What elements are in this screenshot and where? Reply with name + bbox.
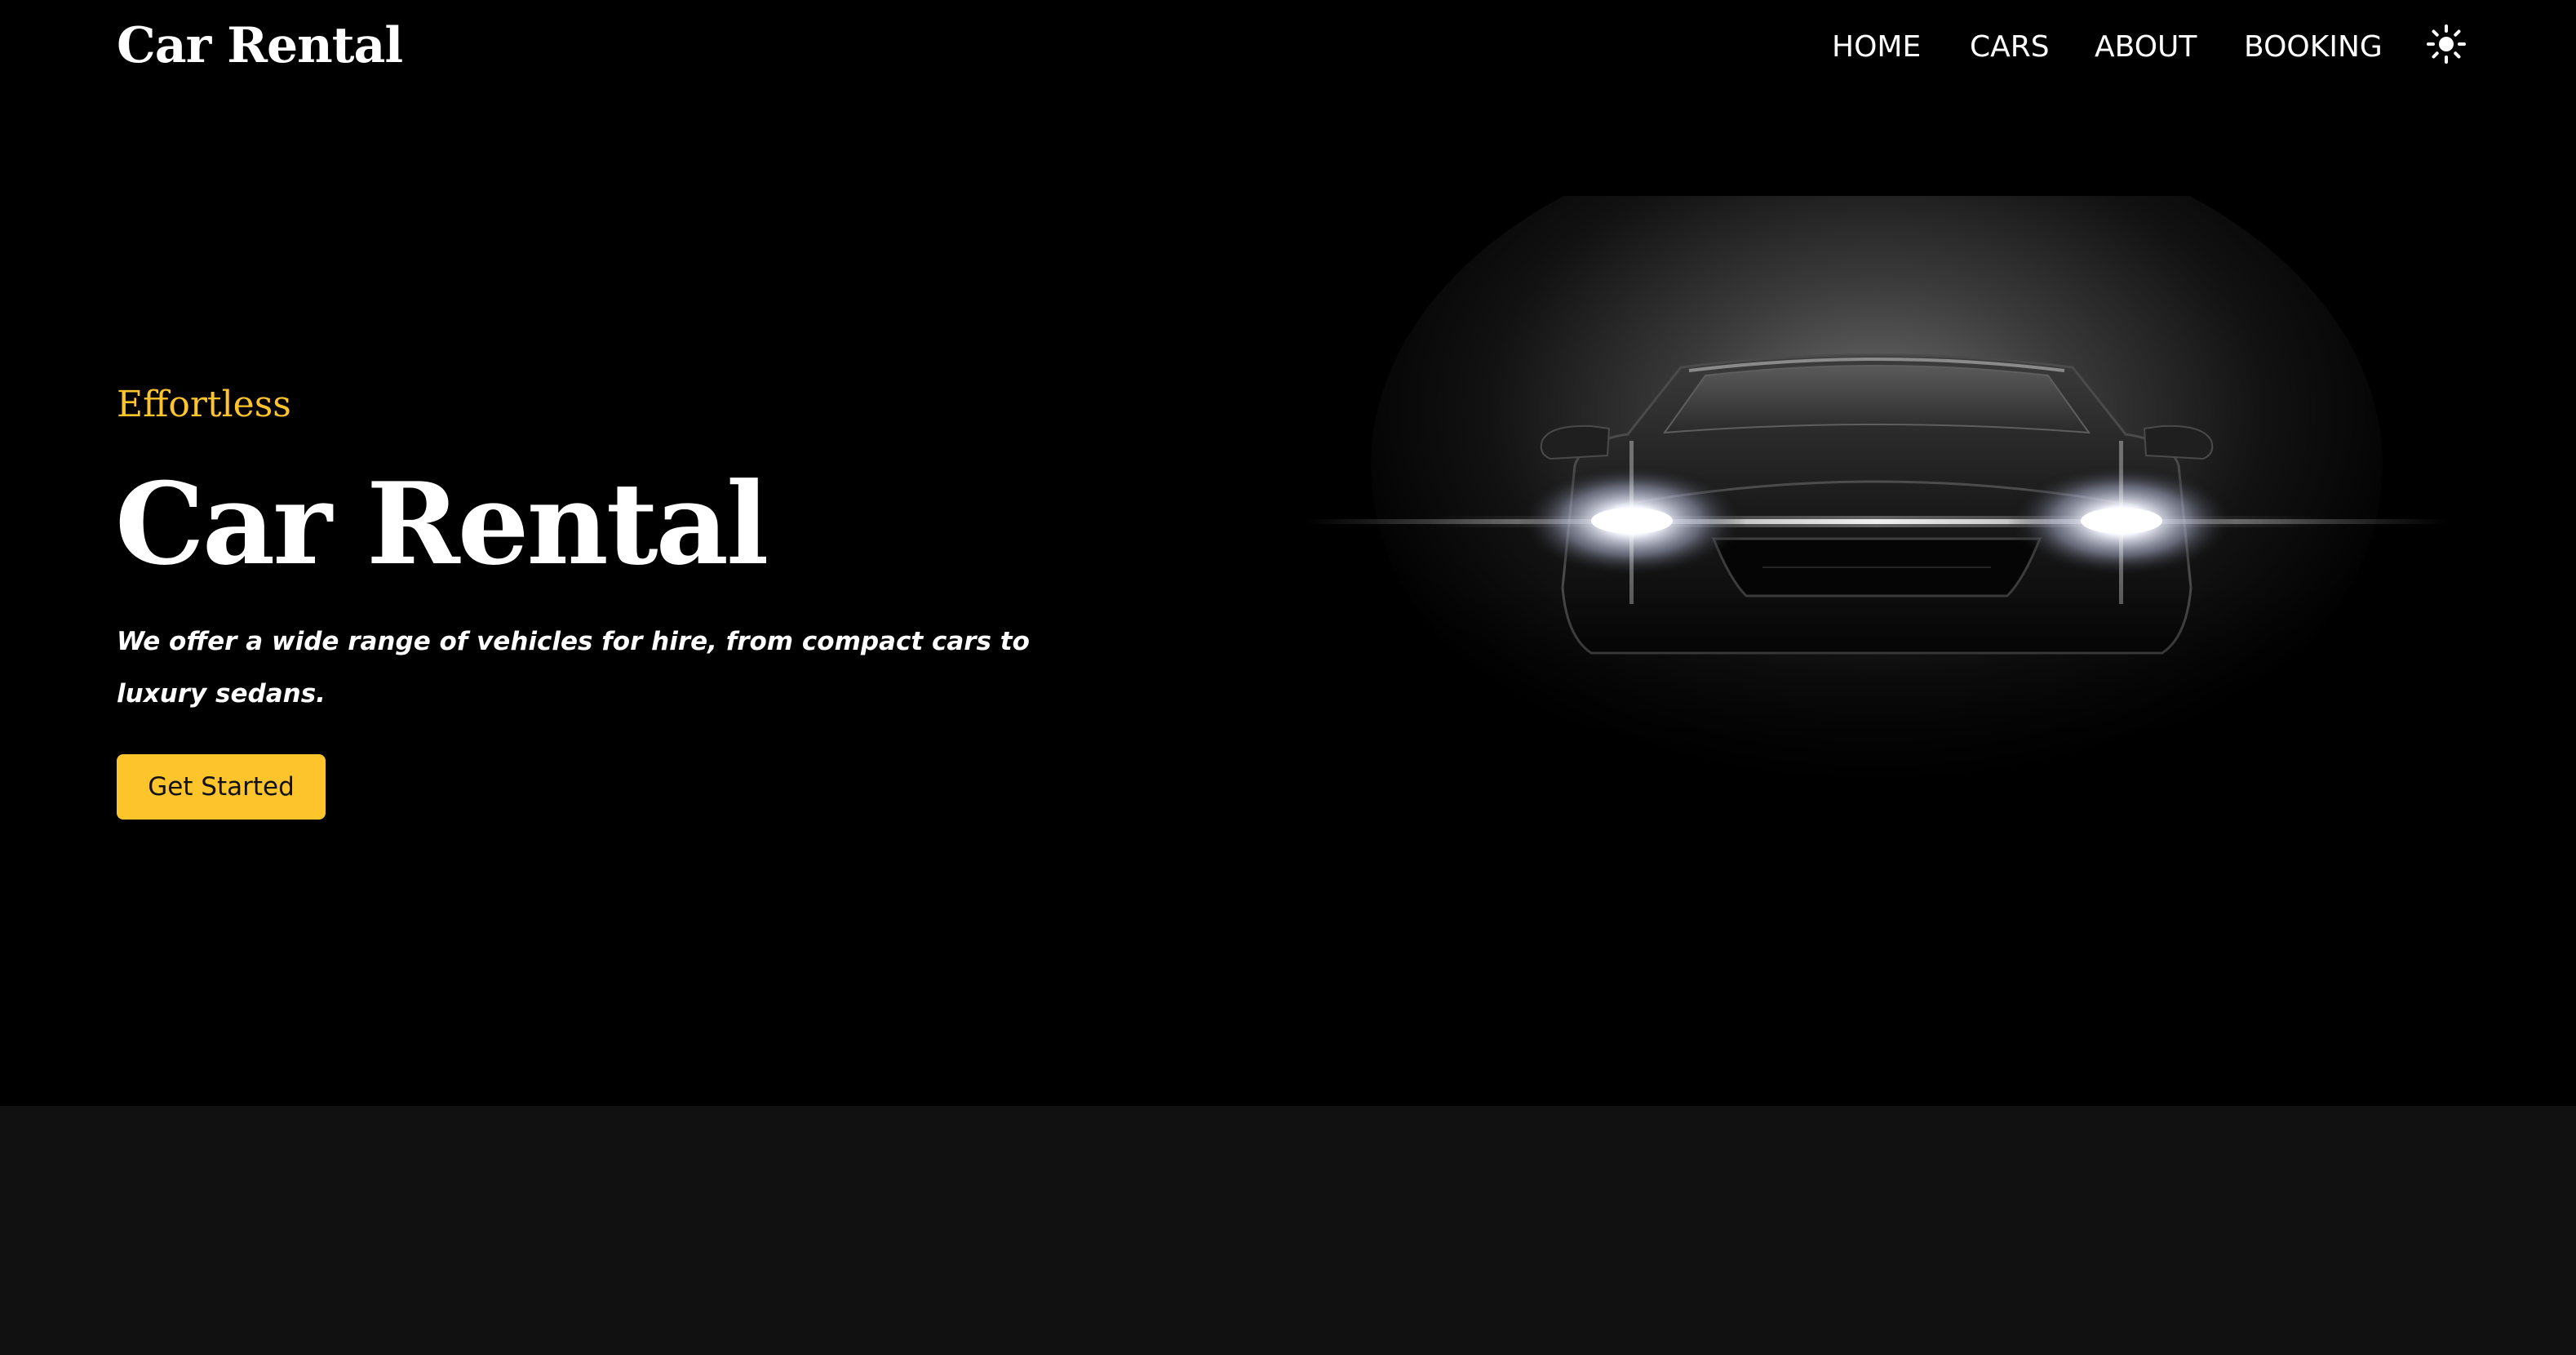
car-headlights-image: [1306, 196, 2448, 873]
page: Effortless Car Rental We offer a wide ra…: [0, 0, 2576, 1355]
site-header: Car Rental HOME CARS ABOUT BOOKING: [0, 0, 2576, 98]
main-nav: HOME CARS ABOUT BOOKING: [0, 23, 2576, 72]
get-started-button[interactable]: Get Started: [117, 754, 326, 820]
nav-link-booking[interactable]: BOOKING: [2244, 23, 2383, 72]
next-section: [0, 1106, 2576, 1355]
hero-section: Effortless Car Rental We offer a wide ra…: [0, 0, 2576, 1106]
hero-description: We offer a wide range of vehicles for hi…: [117, 627, 1030, 709]
nav-link-about[interactable]: ABOUT: [2095, 23, 2197, 72]
hero-title: Car Rental: [115, 457, 769, 590]
theme-toggle-button[interactable]: [2427, 24, 2466, 64]
sun-icon: [2427, 24, 2466, 64]
nav-link-home[interactable]: HOME: [1832, 23, 1921, 72]
nav-link-cars[interactable]: CARS: [1970, 23, 2050, 72]
hero-eyebrow: Effortless: [117, 384, 291, 425]
